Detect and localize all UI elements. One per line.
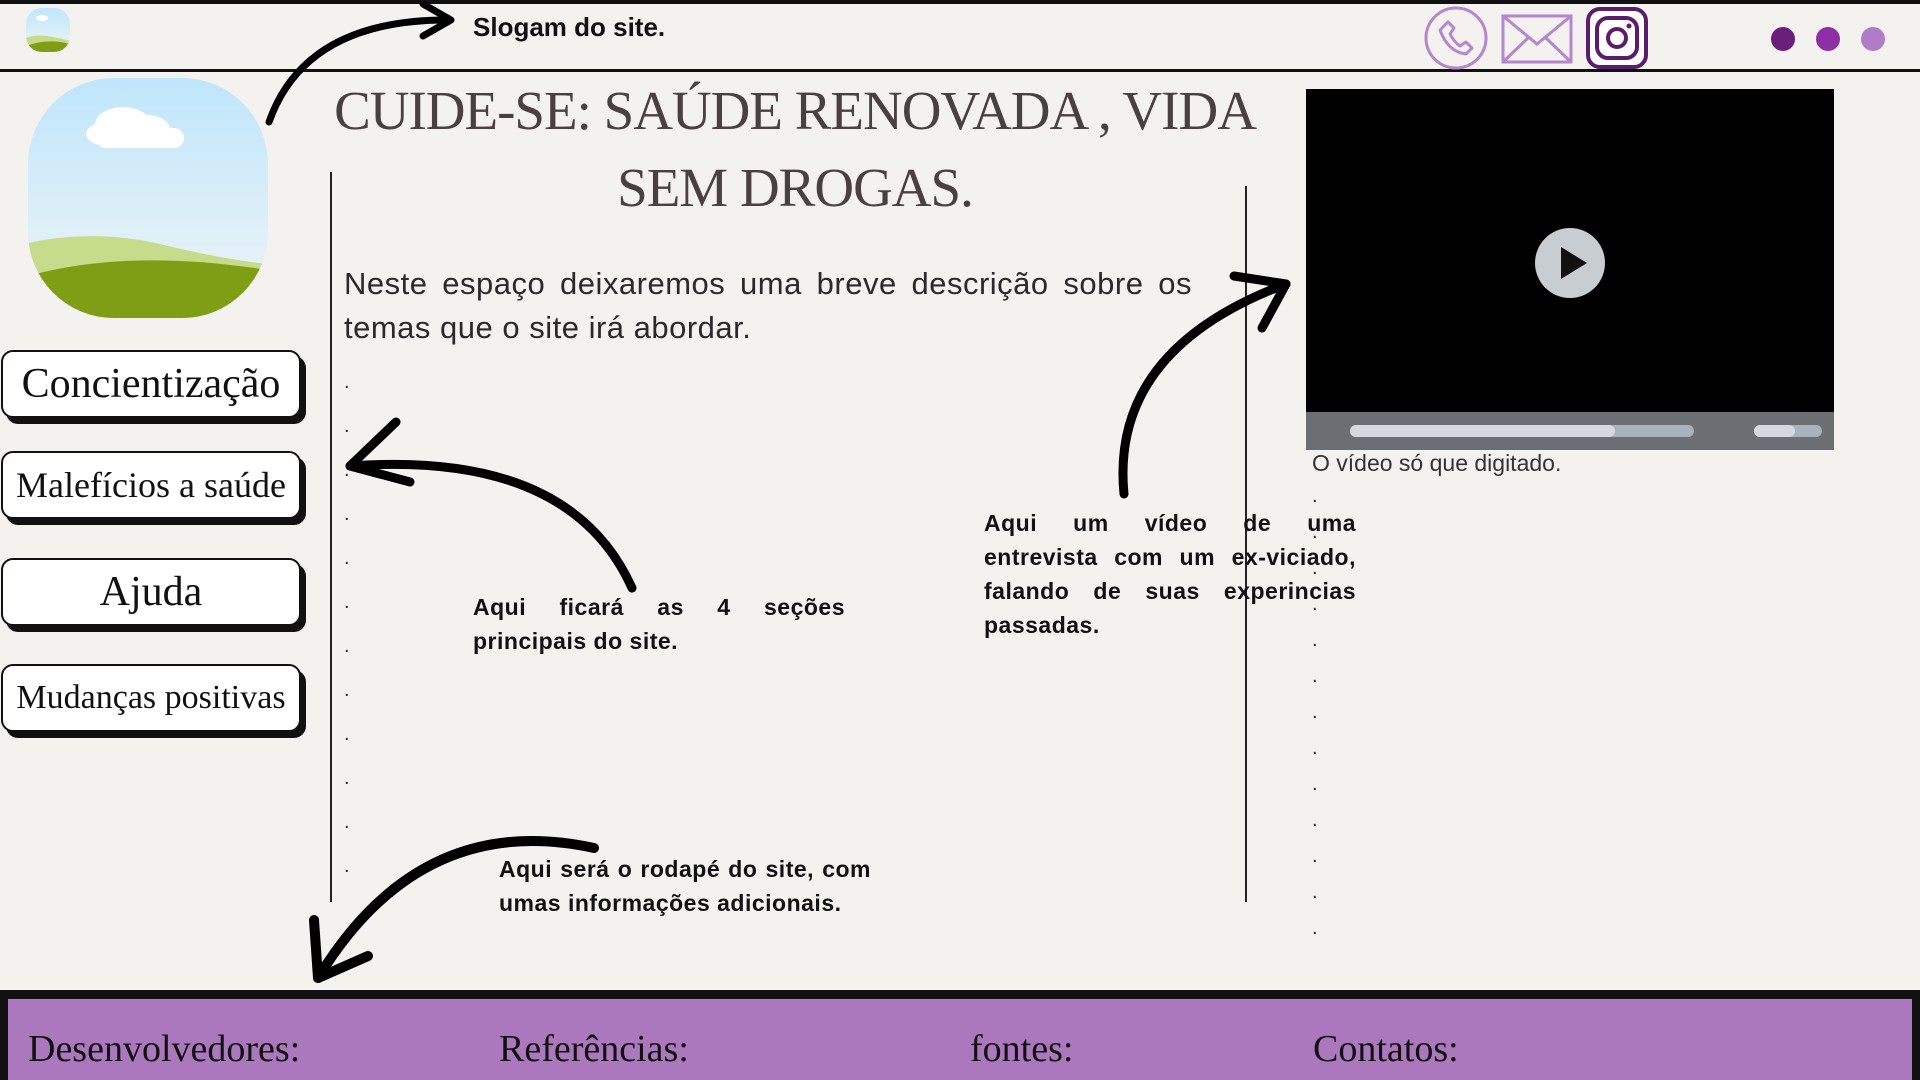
site-mini-logo[interactable] xyxy=(26,8,70,52)
volume-fill xyxy=(1754,425,1795,437)
video-note: Aqui um vídeo de uma entrevista com um e… xyxy=(984,510,1356,638)
site-logo-image xyxy=(28,78,268,318)
instagram-icon[interactable] xyxy=(1585,6,1649,70)
site-slogan: Slogam do site. xyxy=(473,12,666,42)
footer-contacts-link[interactable]: Contatos: xyxy=(1313,1027,1459,1071)
video-player[interactable] xyxy=(1306,89,1834,450)
footer-references-link[interactable]: Referências: xyxy=(499,1027,689,1071)
mail-icon[interactable] xyxy=(1500,6,1574,70)
video-arrow xyxy=(1118,271,1291,499)
video-progress-fill xyxy=(1350,425,1615,437)
play-button-icon[interactable] xyxy=(1534,227,1606,299)
window-dot-1 xyxy=(1771,27,1795,51)
volume-slider[interactable] xyxy=(1754,425,1822,437)
site-footer: Desenvolvedores: Referências: fontes: Co… xyxy=(0,990,1920,1080)
page-title-line-2: SEM DROGAS. xyxy=(617,157,974,218)
sections-arrow xyxy=(345,417,637,593)
site-description: Neste espaço deixaremos uma breve descri… xyxy=(344,266,1192,345)
window-dot-3 xyxy=(1861,27,1885,51)
nav-item-concientizacao[interactable]: Concientização xyxy=(1,350,301,418)
footer-panel: Desenvolvedores: Referências: fontes: Co… xyxy=(8,999,1912,1080)
phone-icon[interactable] xyxy=(1424,6,1488,70)
page-title-line-1: CUIDE-SE: SAÚDE RENOVADA , VIDA xyxy=(334,80,1257,141)
video-progress-track[interactable] xyxy=(1350,425,1694,437)
video-control-bar xyxy=(1306,412,1834,450)
nav-item-maleficios[interactable]: Malefícios a saúde xyxy=(1,451,301,519)
nav-item-label: Mudanças positivas xyxy=(16,679,286,716)
footer-sources-link[interactable]: fontes: xyxy=(970,1027,1073,1071)
footer-developers-link[interactable]: Desenvolvedores: xyxy=(28,1027,300,1071)
video-caption: O vídeo só que digitado. xyxy=(1312,450,1562,476)
nav-item-label: Ajuda xyxy=(99,569,203,615)
nav-item-label: Concientização xyxy=(21,361,281,407)
nav-item-mudancas[interactable]: Mudanças positivas xyxy=(1,664,301,732)
window-dot-2 xyxy=(1816,27,1840,51)
page-title: CUIDE-SE: SAÚDE RENOVADA , VIDA SEM DROG… xyxy=(330,72,1260,226)
footer-note: Aqui será o rodapé do site, com umas inf… xyxy=(499,856,871,916)
nav-item-label: Malefícios a saúde xyxy=(16,465,286,505)
nav-item-ajuda[interactable]: Ajuda xyxy=(1,558,301,626)
sections-note: Aqui ficará as 4 seções principais do si… xyxy=(473,594,845,654)
